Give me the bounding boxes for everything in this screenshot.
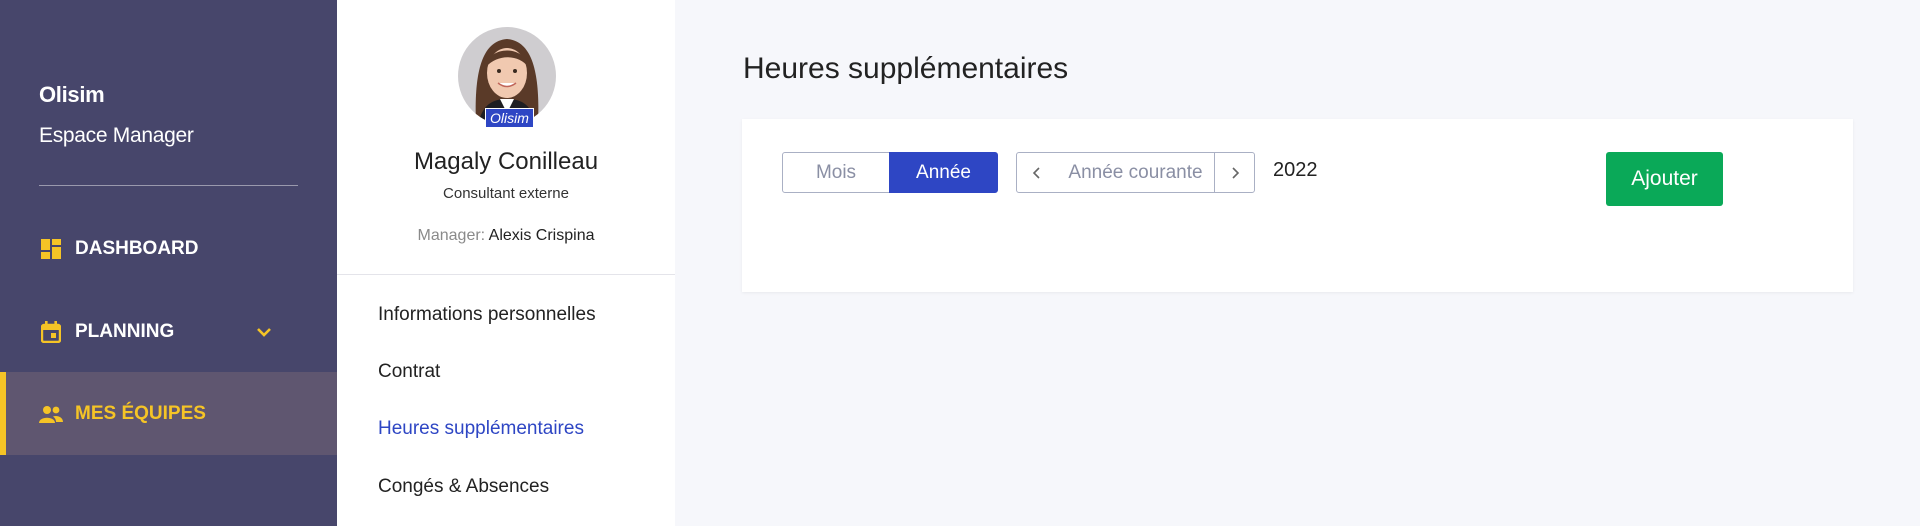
profile-role: Consultant externe <box>443 185 569 202</box>
dashboard-icon <box>39 237 63 261</box>
brand-name: Olisim <box>39 82 105 107</box>
sidebar-item-mes-equipes[interactable]: MES ÉQUIPES <box>0 372 337 455</box>
sidebar-divider <box>39 185 298 186</box>
brand-subtitle: Espace Manager <box>39 124 194 147</box>
current-year-button[interactable]: Année courante <box>1056 152 1215 193</box>
avatar: Olisim <box>458 27 556 128</box>
company-badge: Olisim <box>485 108 534 128</box>
profile-panel: Olisim Magaly Conilleau Consultant exter… <box>337 0 675 526</box>
next-year-button[interactable] <box>1214 152 1255 193</box>
manager-name: Alexis Crispina <box>488 227 595 244</box>
sidebar-item-dashboard[interactable]: DASHBOARD <box>0 207 337 290</box>
page-title: Heures supplémentaires <box>743 52 1069 85</box>
period-toggle-annee[interactable]: Année <box>889 152 998 193</box>
profile-manager: Manager: Alexis Crispina <box>337 227 675 245</box>
chevron-down-icon[interactable] <box>252 320 276 344</box>
chevron-right-icon <box>1231 166 1239 179</box>
manager-label: Manager: <box>417 227 486 244</box>
period-toggle-mois[interactable]: Mois <box>782 152 890 193</box>
profile-link-conges-absences[interactable]: Congés & Absences <box>378 476 549 498</box>
profile-link-heures-supplementaires[interactable]: Heures supplémentaires <box>378 418 584 440</box>
sidebar-item-label: DASHBOARD <box>75 237 199 259</box>
sidebar-item-label: PLANNING <box>75 320 175 342</box>
selected-year: 2022 <box>1273 159 1318 181</box>
people-icon <box>39 402 63 426</box>
add-button[interactable]: Ajouter <box>1606 152 1723 206</box>
chevron-left-icon <box>1032 166 1040 179</box>
previous-year-button[interactable] <box>1016 152 1057 193</box>
profile-link-informations[interactable]: Informations personnelles <box>378 304 596 326</box>
calendar-icon <box>39 320 63 344</box>
sidebar: Olisim Espace Manager DASHBOARD PLANNING… <box>0 0 337 526</box>
profile-name: Magaly Conilleau <box>413 148 599 175</box>
profile-link-contrat[interactable]: Contrat <box>378 361 440 383</box>
profile-divider <box>337 274 675 275</box>
sidebar-item-label: MES ÉQUIPES <box>75 402 206 424</box>
sidebar-item-planning[interactable]: PLANNING <box>0 290 337 373</box>
